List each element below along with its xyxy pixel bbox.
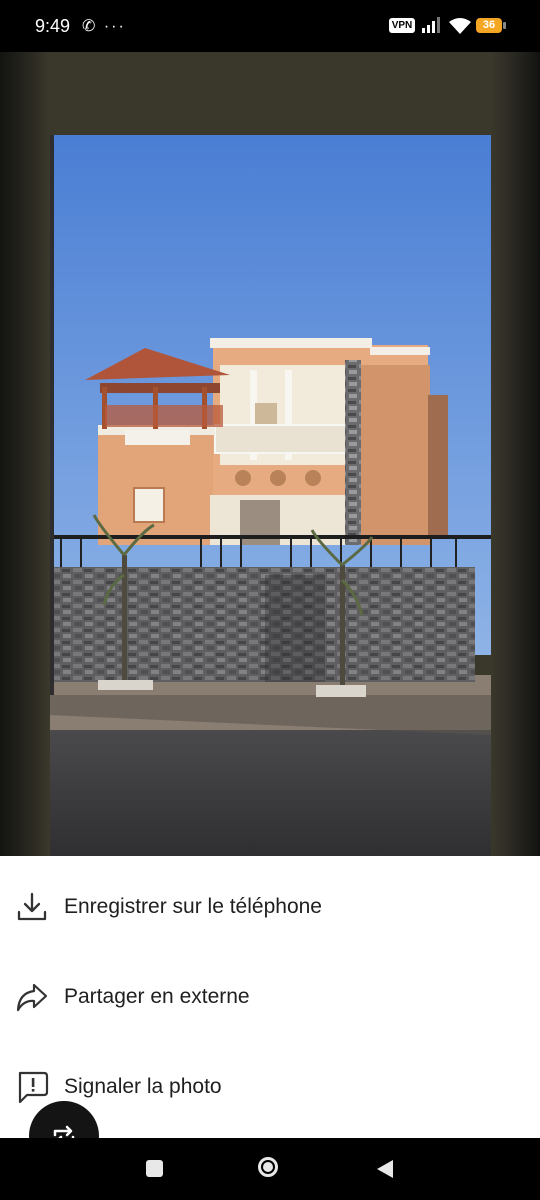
share-externally-button[interactable]: Partager en externe xyxy=(0,979,540,1069)
wifi-icon xyxy=(449,18,471,34)
share-externally-label: Partager en externe xyxy=(64,985,250,1008)
building-photo-illustration xyxy=(50,135,491,857)
building-photo[interactable] xyxy=(50,135,491,857)
download-icon xyxy=(17,892,47,921)
recents-icon[interactable] xyxy=(146,1160,163,1177)
vpn-icon: VPN xyxy=(389,18,415,33)
status-bar: 9:49 ✆ ··· VPN 36 xyxy=(0,0,540,52)
save-to-phone-button[interactable]: Enregistrer sur le téléphone xyxy=(0,889,540,979)
report-icon xyxy=(18,1071,49,1104)
report-photo-label: Signaler la photo xyxy=(64,1075,222,1098)
share-icon xyxy=(16,983,48,1012)
status-time: 9:49 xyxy=(35,16,71,36)
battery-tip xyxy=(503,22,506,29)
signal-icon xyxy=(422,17,440,33)
save-to-phone-label: Enregistrer sur le téléphone xyxy=(64,895,322,918)
home-icon[interactable] xyxy=(258,1157,278,1177)
battery-icon: 36 xyxy=(476,18,502,33)
missed-call-icon: ✆ ··· xyxy=(82,18,126,35)
back-icon[interactable] xyxy=(375,1158,395,1180)
photo-actions-sheet: Enregistrer sur le téléphone Partager en… xyxy=(0,856,540,1138)
photo-viewer[interactable] xyxy=(0,52,540,857)
system-nav-bar xyxy=(0,1138,540,1200)
